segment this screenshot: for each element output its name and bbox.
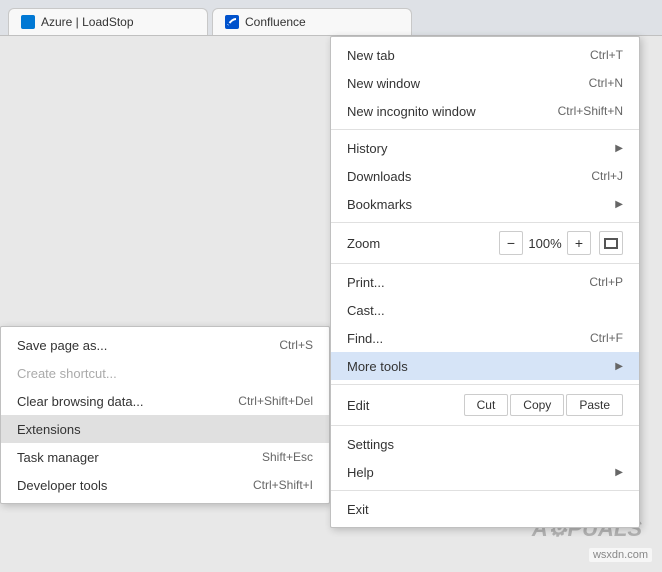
menu-item-exit[interactable]: Exit <box>331 495 639 523</box>
separator-3 <box>331 263 639 264</box>
cast-label: Cast... <box>347 303 623 318</box>
browser-tab-bar: Azure | LoadStop Confluence <box>0 0 662 36</box>
tab-favicon-azure <box>21 15 35 29</box>
task-manager-label: Task manager <box>17 450 238 465</box>
downloads-label: Downloads <box>347 169 567 184</box>
menu-container: Save page as... Ctrl+S Create shortcut..… <box>0 36 662 572</box>
chrome-context-menu: New tab Ctrl+T New window Ctrl+N New inc… <box>330 36 640 528</box>
new-incognito-shortcut: Ctrl+Shift+N <box>558 104 623 118</box>
menu-item-new-window[interactable]: New window Ctrl+N <box>331 69 639 97</box>
menu-item-save-page-as[interactable]: Save page as... Ctrl+S <box>1 331 329 359</box>
bookmarks-label: Bookmarks <box>347 197 611 212</box>
zoom-minus-button[interactable]: − <box>499 231 523 255</box>
bookmarks-arrow: ▶ <box>615 199 623 210</box>
new-tab-shortcut: Ctrl+T <box>590 48 623 62</box>
history-label: History <box>347 141 611 156</box>
menu-item-new-incognito[interactable]: New incognito window Ctrl+Shift+N <box>331 97 639 125</box>
main-content: A⚙PUALS wsxdn.com Save page as... Ctrl+S… <box>0 36 662 572</box>
zoom-controls: − 100% + <box>499 231 623 255</box>
find-label: Find... <box>347 331 566 346</box>
menu-item-task-manager[interactable]: Task manager Shift+Esc <box>1 443 329 471</box>
menu-item-help[interactable]: Help ▶ <box>331 458 639 486</box>
edit-label: Edit <box>347 398 464 413</box>
zoom-value: 100% <box>527 236 563 251</box>
create-shortcut-label: Create shortcut... <box>17 366 313 381</box>
save-page-as-label: Save page as... <box>17 338 255 353</box>
help-label: Help <box>347 465 611 480</box>
new-window-label: New window <box>347 76 565 91</box>
new-incognito-label: New incognito window <box>347 104 534 119</box>
downloads-shortcut: Ctrl+J <box>591 169 623 183</box>
tab-label-confluence: Confluence <box>245 15 306 29</box>
developer-tools-label: Developer tools <box>17 478 229 493</box>
extensions-label: Extensions <box>17 422 313 437</box>
more-tools-submenu: Save page as... Ctrl+S Create shortcut..… <box>0 326 330 504</box>
help-arrow: ▶ <box>615 467 623 478</box>
exit-label: Exit <box>347 502 623 517</box>
clear-browsing-data-label: Clear browsing data... <box>17 394 214 409</box>
tab-azure-loadstop[interactable]: Azure | LoadStop <box>8 8 208 35</box>
more-tools-arrow: ▶ <box>615 361 623 372</box>
find-shortcut: Ctrl+F <box>590 331 623 345</box>
history-arrow: ▶ <box>615 143 623 154</box>
separator-2 <box>331 222 639 223</box>
menu-item-history[interactable]: History ▶ <box>331 134 639 162</box>
separator-4 <box>331 384 639 385</box>
menu-item-print[interactable]: Print... Ctrl+P <box>331 268 639 296</box>
separator-5 <box>331 425 639 426</box>
developer-tools-shortcut: Ctrl+Shift+I <box>253 478 313 492</box>
zoom-fullscreen-button[interactable] <box>599 231 623 255</box>
fullscreen-icon <box>604 238 618 249</box>
menu-item-bookmarks[interactable]: Bookmarks ▶ <box>331 190 639 218</box>
separator-6 <box>331 490 639 491</box>
menu-item-find[interactable]: Find... Ctrl+F <box>331 324 639 352</box>
more-tools-label: More tools <box>347 359 611 374</box>
new-tab-label: New tab <box>347 48 566 63</box>
edit-buttons: Cut Copy Paste <box>464 394 623 416</box>
edit-row: Edit Cut Copy Paste <box>331 389 639 421</box>
clear-browsing-data-shortcut: Ctrl+Shift+Del <box>238 394 313 408</box>
save-page-as-shortcut: Ctrl+S <box>279 338 313 352</box>
copy-button[interactable]: Copy <box>510 394 564 416</box>
menu-item-more-tools[interactable]: More tools ▶ <box>331 352 639 380</box>
menu-item-developer-tools[interactable]: Developer tools Ctrl+Shift+I <box>1 471 329 499</box>
zoom-plus-button[interactable]: + <box>567 231 591 255</box>
menu-item-clear-browsing-data[interactable]: Clear browsing data... Ctrl+Shift+Del <box>1 387 329 415</box>
print-label: Print... <box>347 275 565 290</box>
new-window-shortcut: Ctrl+N <box>589 76 623 90</box>
zoom-row: Zoom − 100% + <box>331 227 639 259</box>
tab-label-azure: Azure | LoadStop <box>41 15 134 29</box>
menu-item-cast[interactable]: Cast... <box>331 296 639 324</box>
settings-label: Settings <box>347 437 623 452</box>
menu-item-extensions[interactable]: Extensions <box>1 415 329 443</box>
task-manager-shortcut: Shift+Esc <box>262 450 313 464</box>
print-shortcut: Ctrl+P <box>589 275 623 289</box>
tab-confluence[interactable]: Confluence <box>212 8 412 35</box>
menu-item-downloads[interactable]: Downloads Ctrl+J <box>331 162 639 190</box>
menu-item-new-tab[interactable]: New tab Ctrl+T <box>331 41 639 69</box>
tab-favicon-confluence <box>225 15 239 29</box>
menu-item-create-shortcut[interactable]: Create shortcut... <box>1 359 329 387</box>
paste-button[interactable]: Paste <box>566 394 623 416</box>
menu-item-settings[interactable]: Settings <box>331 430 639 458</box>
separator-1 <box>331 129 639 130</box>
cut-button[interactable]: Cut <box>464 394 509 416</box>
zoom-label: Zoom <box>347 236 499 251</box>
